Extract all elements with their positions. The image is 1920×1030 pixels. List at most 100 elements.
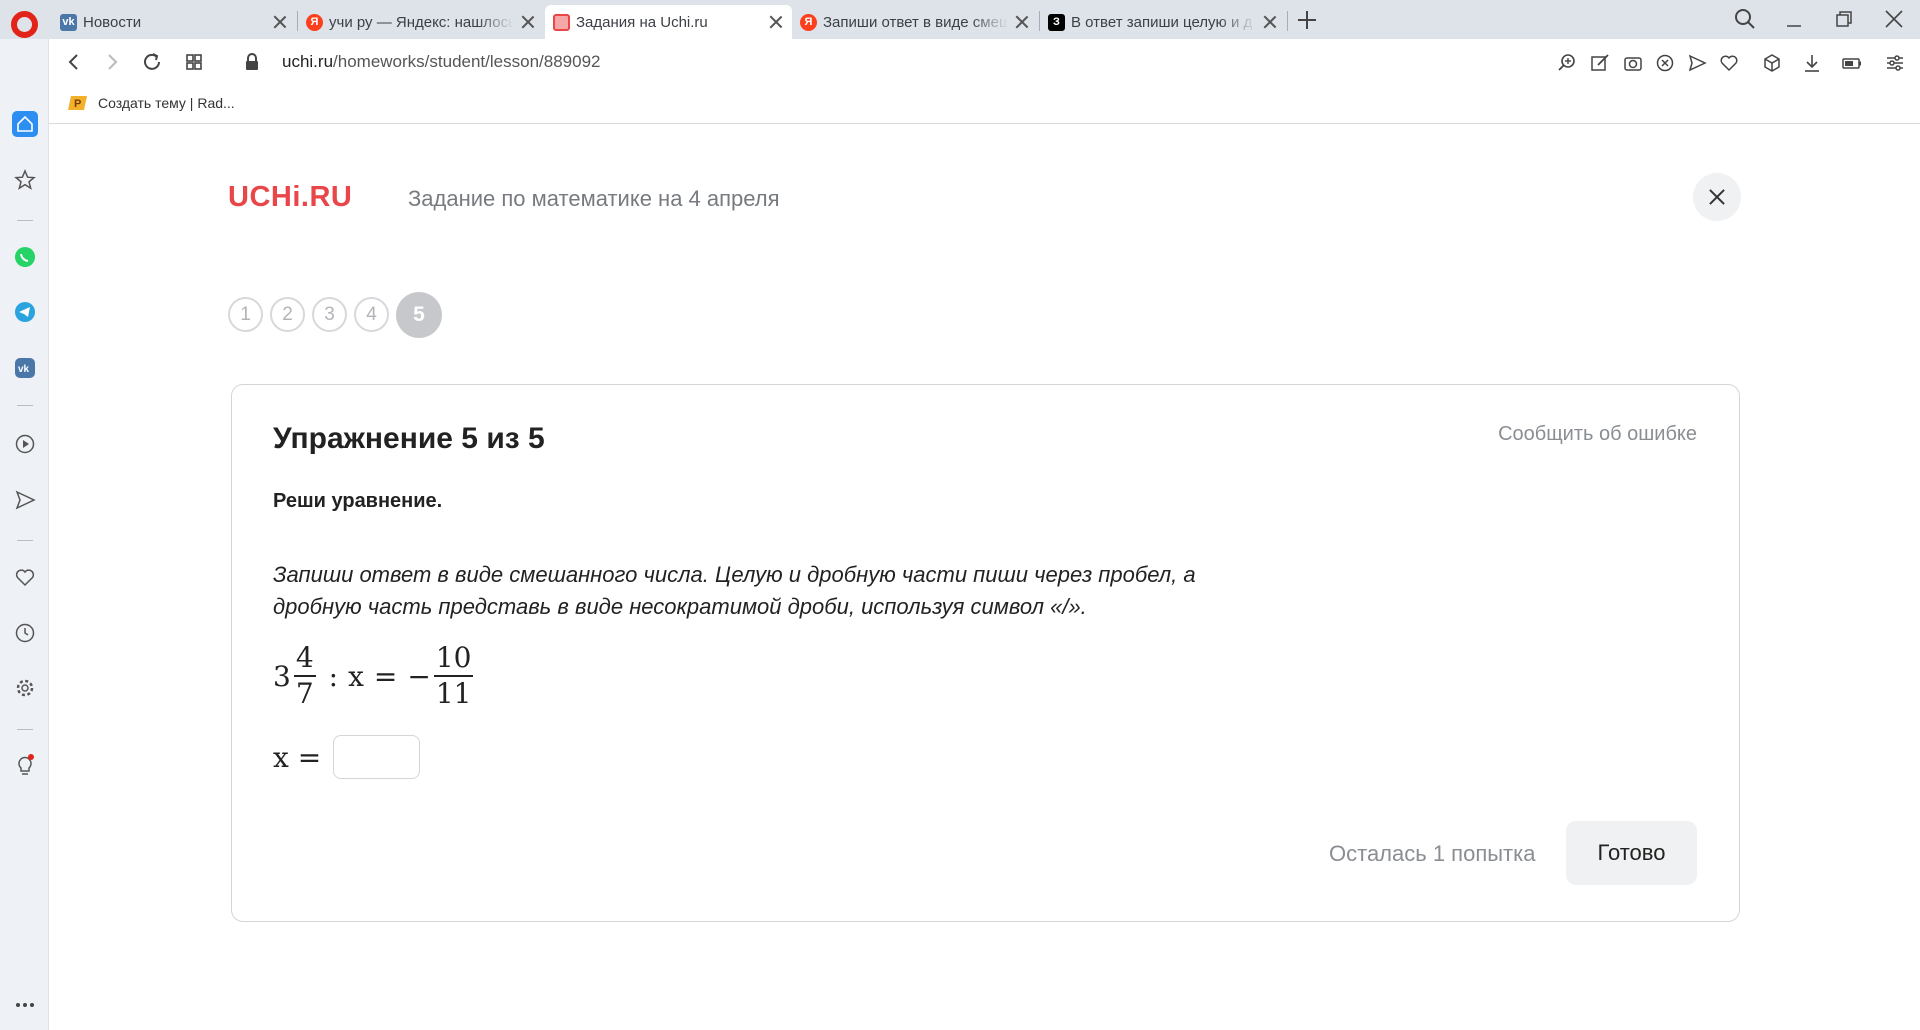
vk-sidebar-icon[interactable]: vk (12, 355, 38, 381)
telegram-icon[interactable] (12, 299, 38, 325)
fraction-denominator: 7 (295, 677, 314, 710)
division-sign: : (328, 659, 339, 693)
tab-search-icon[interactable] (1731, 6, 1759, 32)
tab-title: Задания на Uchi.ru (576, 13, 708, 31)
tab-title: В ответ запиши целую и д (1071, 13, 1253, 31)
tab-separator (1287, 11, 1288, 31)
opera-logo-icon[interactable] (11, 11, 38, 38)
equation: 3 4 7 : x = − 10 11 (273, 644, 476, 708)
answer-row: x = (273, 735, 421, 779)
minimize-icon[interactable] (1780, 6, 1808, 32)
step-5-current[interactable]: 5 (396, 292, 442, 338)
window-close-icon[interactable] (1880, 6, 1908, 32)
vk-icon: vk (60, 13, 77, 31)
tab-close-icon[interactable] (1262, 14, 1278, 30)
favorites-heart-icon[interactable] (12, 564, 38, 590)
znanija-icon: З (1048, 13, 1065, 31)
tab-2[interactable]: Я учи ру — Яндекс: нашлось (298, 5, 544, 39)
tab-1[interactable]: vk Новости (52, 5, 296, 39)
bookmark-label: Создать тему | Rad... (98, 95, 235, 111)
answer-label: x = (273, 740, 322, 774)
bookmarks-star-icon[interactable] (12, 167, 38, 193)
fraction-numerator: 10 (433, 644, 474, 677)
step-4[interactable]: 4 (354, 297, 389, 332)
url-field[interactable]: uchi.ru/homeworks/student/lesson/889092 (282, 52, 600, 72)
tab-4[interactable]: Я Запиши ответ в виде смеш (792, 5, 1038, 39)
sidebar-separator (17, 729, 33, 730)
player-icon[interactable] (12, 431, 38, 457)
task-instruction: Запиши ответ в виде смешанного числа. Це… (273, 562, 1196, 619)
sidebar-separator (17, 405, 33, 406)
restore-icon[interactable] (1830, 6, 1858, 32)
bookmark-favicon-icon: P (68, 96, 87, 110)
cube-icon[interactable] (1761, 52, 1783, 74)
camera-icon[interactable] (1622, 52, 1644, 74)
tab-3-active[interactable]: Задания на Uchi.ru (545, 5, 792, 39)
tab-close-icon[interactable] (272, 14, 288, 30)
adblock-icon[interactable] (1654, 52, 1676, 74)
bookmarks-bar: P Создать тему | Rad... (49, 86, 1920, 124)
new-tab-plus-icon[interactable] (1295, 8, 1319, 32)
step-1[interactable]: 1 (228, 297, 263, 332)
variable-x: x (348, 659, 364, 693)
tab-title: Новости (83, 13, 142, 31)
address-bar: uchi.ru/homeworks/student/lesson/889092 (49, 39, 1920, 86)
more-dots-icon[interactable] (12, 992, 38, 1018)
svg-text:P: P (74, 98, 81, 110)
tab-bar: vk Новости Я учи ру — Яндекс: нашлось За… (0, 0, 1920, 39)
fraction-denominator: 11 (435, 677, 472, 710)
tab-5[interactable]: З В ответ запиши целую и д (1040, 5, 1286, 39)
battery-icon[interactable] (1841, 52, 1863, 74)
zoom-icon[interactable] (1556, 52, 1578, 74)
lock-icon[interactable] (239, 49, 265, 75)
history-clock-icon[interactable] (12, 620, 38, 646)
step-2[interactable]: 2 (270, 297, 305, 332)
tabs-grid-icon[interactable] (181, 49, 207, 75)
bookmark-item[interactable]: P Создать тему | Rad... (68, 94, 235, 112)
tab-title: Запиши ответ в виде смеш (823, 13, 1008, 31)
whatsapp-icon[interactable] (12, 244, 38, 270)
step-progress: 1 2 3 4 5 (228, 292, 442, 338)
fraction-1: 4 7 (293, 644, 316, 710)
url-path: /homeworks/student/lesson/889092 (333, 52, 601, 71)
yandex-icon: Я (800, 13, 817, 31)
answer-input[interactable] (333, 735, 421, 779)
flow-send-icon[interactable] (12, 487, 38, 513)
tab-close-icon[interactable] (1014, 14, 1030, 30)
sidebar-separator (17, 540, 33, 541)
heart-icon[interactable] (1718, 52, 1740, 74)
uchi-logo[interactable]: UCHi.RU (228, 181, 352, 214)
easy-setup-icon[interactable] (1884, 52, 1906, 74)
done-button[interactable]: Готово (1566, 821, 1697, 885)
download-icon[interactable] (1801, 52, 1823, 74)
settings-gear-icon[interactable] (12, 675, 38, 701)
reload-icon[interactable] (139, 49, 165, 75)
task-heading: Реши уравнение. (273, 490, 443, 512)
tab-title: учи ру — Яндекс: нашлось (329, 13, 514, 31)
svg-text:vk: vk (18, 364, 30, 375)
equals-sign: = (373, 659, 398, 693)
sidebar: vk (0, 39, 49, 1030)
minus-sign: − (407, 659, 431, 693)
attempts-left-text: Осталась 1 попытка (1329, 841, 1536, 866)
tab-close-icon[interactable] (520, 14, 536, 30)
fraction-numerator: 4 (293, 644, 316, 677)
report-error-link[interactable]: Сообщить об ошибке (1498, 423, 1697, 446)
exercise-card: Упражнение 5 из 5 Сообщить об ошибке Реш… (231, 384, 1740, 922)
close-lesson-button[interactable] (1693, 173, 1741, 221)
back-icon[interactable] (61, 49, 87, 75)
tab-close-icon[interactable] (768, 14, 784, 30)
url-host: uchi.ru (282, 52, 334, 71)
lesson-title: Задание по математике на 4 апреля (408, 186, 780, 211)
edit-icon[interactable] (1589, 52, 1611, 74)
send-icon[interactable] (1686, 52, 1708, 74)
uchi-icon (553, 13, 570, 31)
step-3[interactable]: 3 (312, 297, 347, 332)
forward-icon[interactable] (99, 49, 125, 75)
mixed-whole: 3 (273, 659, 291, 693)
tips-lightbulb-icon[interactable] (12, 752, 38, 778)
yandex-icon: Я (306, 13, 323, 31)
speed-dial-home-icon[interactable] (12, 111, 38, 137)
exercise-title: Упражнение 5 из 5 (273, 422, 545, 455)
fraction-2: 10 11 (433, 644, 474, 710)
